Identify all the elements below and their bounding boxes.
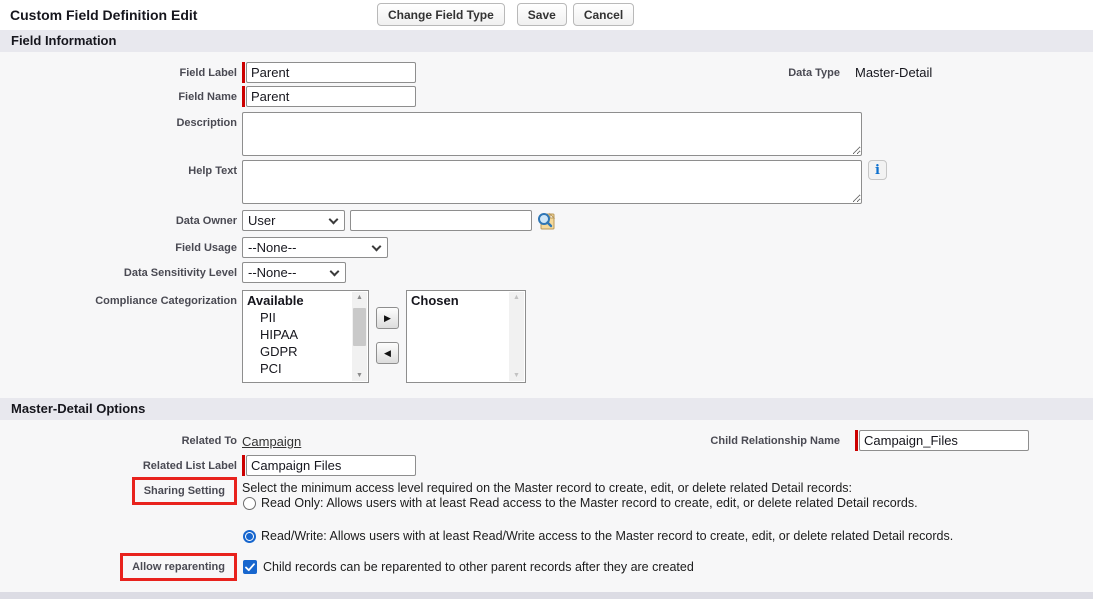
data-sensitivity-level-selected: --None-- [248, 265, 296, 280]
data-sensitivity-level-row: Data Sensitivity Level --None-- [0, 262, 1093, 283]
cancel-button[interactable]: Cancel [573, 3, 634, 26]
allow-reparenting-highlight-box: Allow reparenting [120, 553, 237, 581]
chevron-down-icon [330, 266, 340, 276]
scroll-down-icon[interactable]: ▼ [356, 372, 363, 379]
list-item[interactable]: PCI [243, 360, 368, 377]
related-list-label-input[interactable] [246, 455, 416, 476]
move-left-icon[interactable]: ◀ [376, 342, 399, 364]
related-to-row: Related To Campaign Child Relationship N… [0, 430, 1093, 449]
allow-reparenting-row: Allow reparenting Child records can be r… [0, 553, 1093, 581]
read-only-option-label: Read Only: Allows users with at least Re… [261, 496, 918, 510]
related-to-link[interactable]: Campaign [242, 430, 301, 449]
required-indicator [242, 62, 245, 83]
data-sensitivity-level-select[interactable]: --None-- [242, 262, 346, 283]
required-indicator [855, 430, 858, 451]
available-list-header: Available [243, 291, 368, 309]
data-owner-search-input[interactable] [350, 210, 532, 231]
allow-reparenting-label-cell: Allow reparenting [0, 553, 237, 581]
compliance-categorization-label: Compliance Categorization [0, 290, 237, 307]
read-only-option[interactable]: Read Only: Allows users with at least Re… [242, 496, 953, 510]
header-button-group: Change Field Type Save Cancel [377, 3, 634, 26]
field-label-row: Field Label Data Type Master-Detail [0, 62, 1093, 83]
section-header-field-information: Field Information [0, 30, 1093, 52]
chosen-scrollbar: ▲ ▼ [509, 292, 524, 381]
sharing-setting-row: Sharing Setting Select the minimum acces… [0, 477, 1093, 543]
child-relationship-name-input[interactable] [859, 430, 1029, 451]
scroll-down-icon: ▼ [513, 372, 520, 379]
scroll-up-icon: ▲ [513, 294, 520, 301]
field-usage-selected: --None-- [248, 240, 296, 255]
child-relationship-name-label: Child Relationship Name [600, 430, 840, 447]
required-indicator [242, 455, 245, 476]
footer-divider-bar [0, 592, 1093, 599]
data-owner-type-select[interactable]: User [242, 210, 345, 231]
data-type-value: Master-Detail [855, 62, 932, 80]
read-write-radio[interactable] [243, 530, 256, 543]
help-text-row: Help Text i [0, 160, 1093, 204]
help-text-textarea[interactable] [242, 160, 862, 204]
list-item[interactable]: HIPAA [243, 326, 368, 343]
data-owner-row: Data Owner User [0, 210, 1093, 234]
sharing-setting-label-cell: Sharing Setting [0, 477, 237, 505]
sharing-setting-intro: Select the minimum access level required… [242, 481, 953, 495]
compliance-available-listbox[interactable]: Available PII HIPAA GDPR PCI ▲ ▼ [242, 290, 369, 383]
check-icon [245, 563, 255, 572]
data-sensitivity-level-label: Data Sensitivity Level [0, 262, 237, 279]
info-icon[interactable]: i [868, 160, 887, 180]
data-owner-type-selected: User [248, 213, 275, 228]
data-type-pair: Data Type Master-Detail [600, 62, 932, 80]
sharing-setting-highlight-box: Sharing Setting [132, 477, 237, 505]
data-type-label: Data Type [600, 62, 840, 79]
read-only-radio[interactable] [243, 497, 256, 510]
move-buttons: ▶ ◀ [376, 290, 399, 364]
field-label-label: Field Label [0, 62, 237, 79]
related-list-label-label: Related List Label [0, 455, 237, 472]
read-write-option[interactable]: Read/Write: Allows users with at least R… [242, 529, 953, 543]
scroll-up-icon[interactable]: ▲ [356, 294, 363, 301]
description-textarea[interactable] [242, 112, 862, 156]
help-text-label: Help Text [0, 160, 237, 177]
read-write-option-label: Read/Write: Allows users with at least R… [261, 529, 953, 543]
compliance-chosen-listbox[interactable]: Chosen ▲ ▼ [406, 290, 526, 383]
description-label: Description [0, 112, 237, 129]
field-label-input[interactable] [246, 62, 416, 83]
field-name-label: Field Name [0, 86, 237, 103]
related-to-label: Related To [0, 430, 237, 447]
save-button[interactable]: Save [517, 3, 567, 26]
list-item[interactable]: GDPR [243, 343, 368, 360]
child-relationship-name-pair: Child Relationship Name [600, 430, 1029, 451]
section-header-master-detail-options: Master-Detail Options [0, 398, 1093, 420]
field-name-row: Field Name [0, 86, 1093, 107]
move-right-icon[interactable]: ▶ [376, 307, 399, 329]
chevron-down-icon [329, 214, 339, 224]
allow-reparenting-checkbox[interactable] [243, 560, 257, 574]
related-list-label-row: Related List Label [0, 455, 1093, 476]
lookup-icon[interactable] [536, 211, 557, 234]
field-usage-select[interactable]: --None-- [242, 237, 388, 258]
data-owner-label: Data Owner [0, 210, 237, 227]
top-bar: Custom Field Definition Edit Change Fiel… [0, 0, 1093, 30]
change-field-type-button[interactable]: Change Field Type [377, 3, 505, 26]
chevron-down-icon [372, 241, 382, 251]
page-title: Custom Field Definition Edit [10, 7, 197, 23]
allow-reparenting-checkbox-label: Child records can be reparented to other… [263, 560, 694, 574]
field-usage-row: Field Usage --None-- [0, 237, 1093, 258]
compliance-categorization-row: Compliance Categorization Available PII … [0, 290, 1093, 383]
required-indicator [242, 86, 245, 107]
scrollbar-thumb[interactable] [353, 308, 366, 346]
chosen-list-header: Chosen [407, 291, 525, 309]
field-usage-label: Field Usage [0, 237, 237, 254]
description-row: Description [0, 112, 1093, 156]
list-item[interactable]: PII [243, 309, 368, 326]
field-name-input[interactable] [246, 86, 416, 107]
custom-field-definition-edit-page: Custom Field Definition Edit Change Fiel… [0, 0, 1093, 599]
